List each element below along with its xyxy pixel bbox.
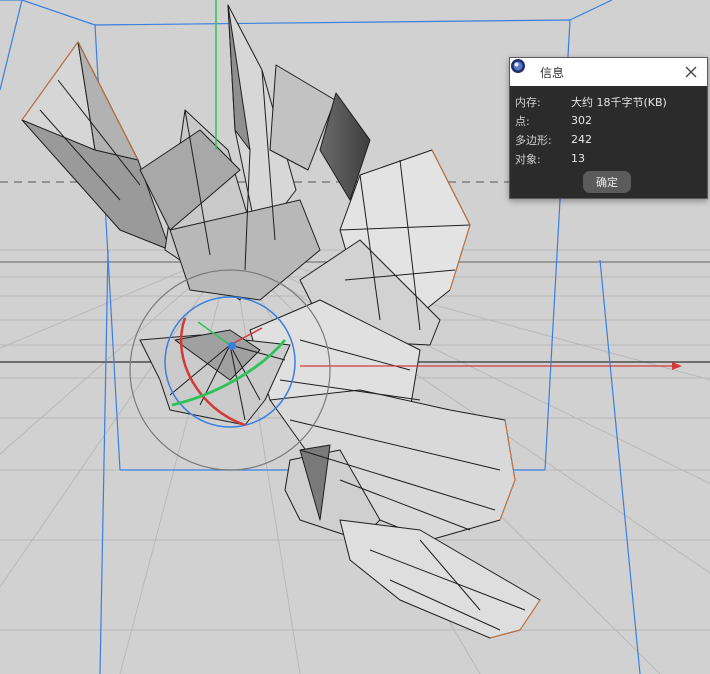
info-row-objects: 对象: 13 — [515, 149, 707, 168]
3d-viewport[interactable]: 信息 内存: 大约 18千字节(KB) 点: 302 多边形: 242 对象: … — [0, 0, 710, 674]
dialog-title-bar[interactable]: 信息 — [510, 58, 707, 86]
dialog-body: 内存: 大约 18千字节(KB) 点: 302 多边形: 242 对象: 13 — [510, 86, 707, 168]
info-value: 13 — [571, 152, 585, 165]
info-label: 多边形: — [515, 133, 552, 147]
ok-button[interactable]: 确定 — [583, 171, 631, 193]
info-value: 302 — [571, 114, 592, 127]
info-row-polygons: 多边形: 242 — [515, 130, 707, 149]
close-icon[interactable] — [683, 64, 699, 80]
info-row-points: 点: 302 — [515, 111, 707, 130]
info-label: 内存: — [515, 95, 541, 109]
info-row-memory: 内存: 大约 18千字节(KB) — [515, 92, 707, 111]
dialog-title: 信息 — [540, 65, 565, 80]
info-label: 对象: — [515, 152, 541, 166]
cinema4d-icon — [511, 59, 534, 80]
info-value: 大约 18千字节(KB) — [571, 95, 667, 109]
info-label: 点: — [515, 114, 530, 128]
info-value: 242 — [571, 133, 592, 146]
info-dialog: 信息 内存: 大约 18千字节(KB) 点: 302 多边形: 242 对象: … — [509, 57, 708, 199]
